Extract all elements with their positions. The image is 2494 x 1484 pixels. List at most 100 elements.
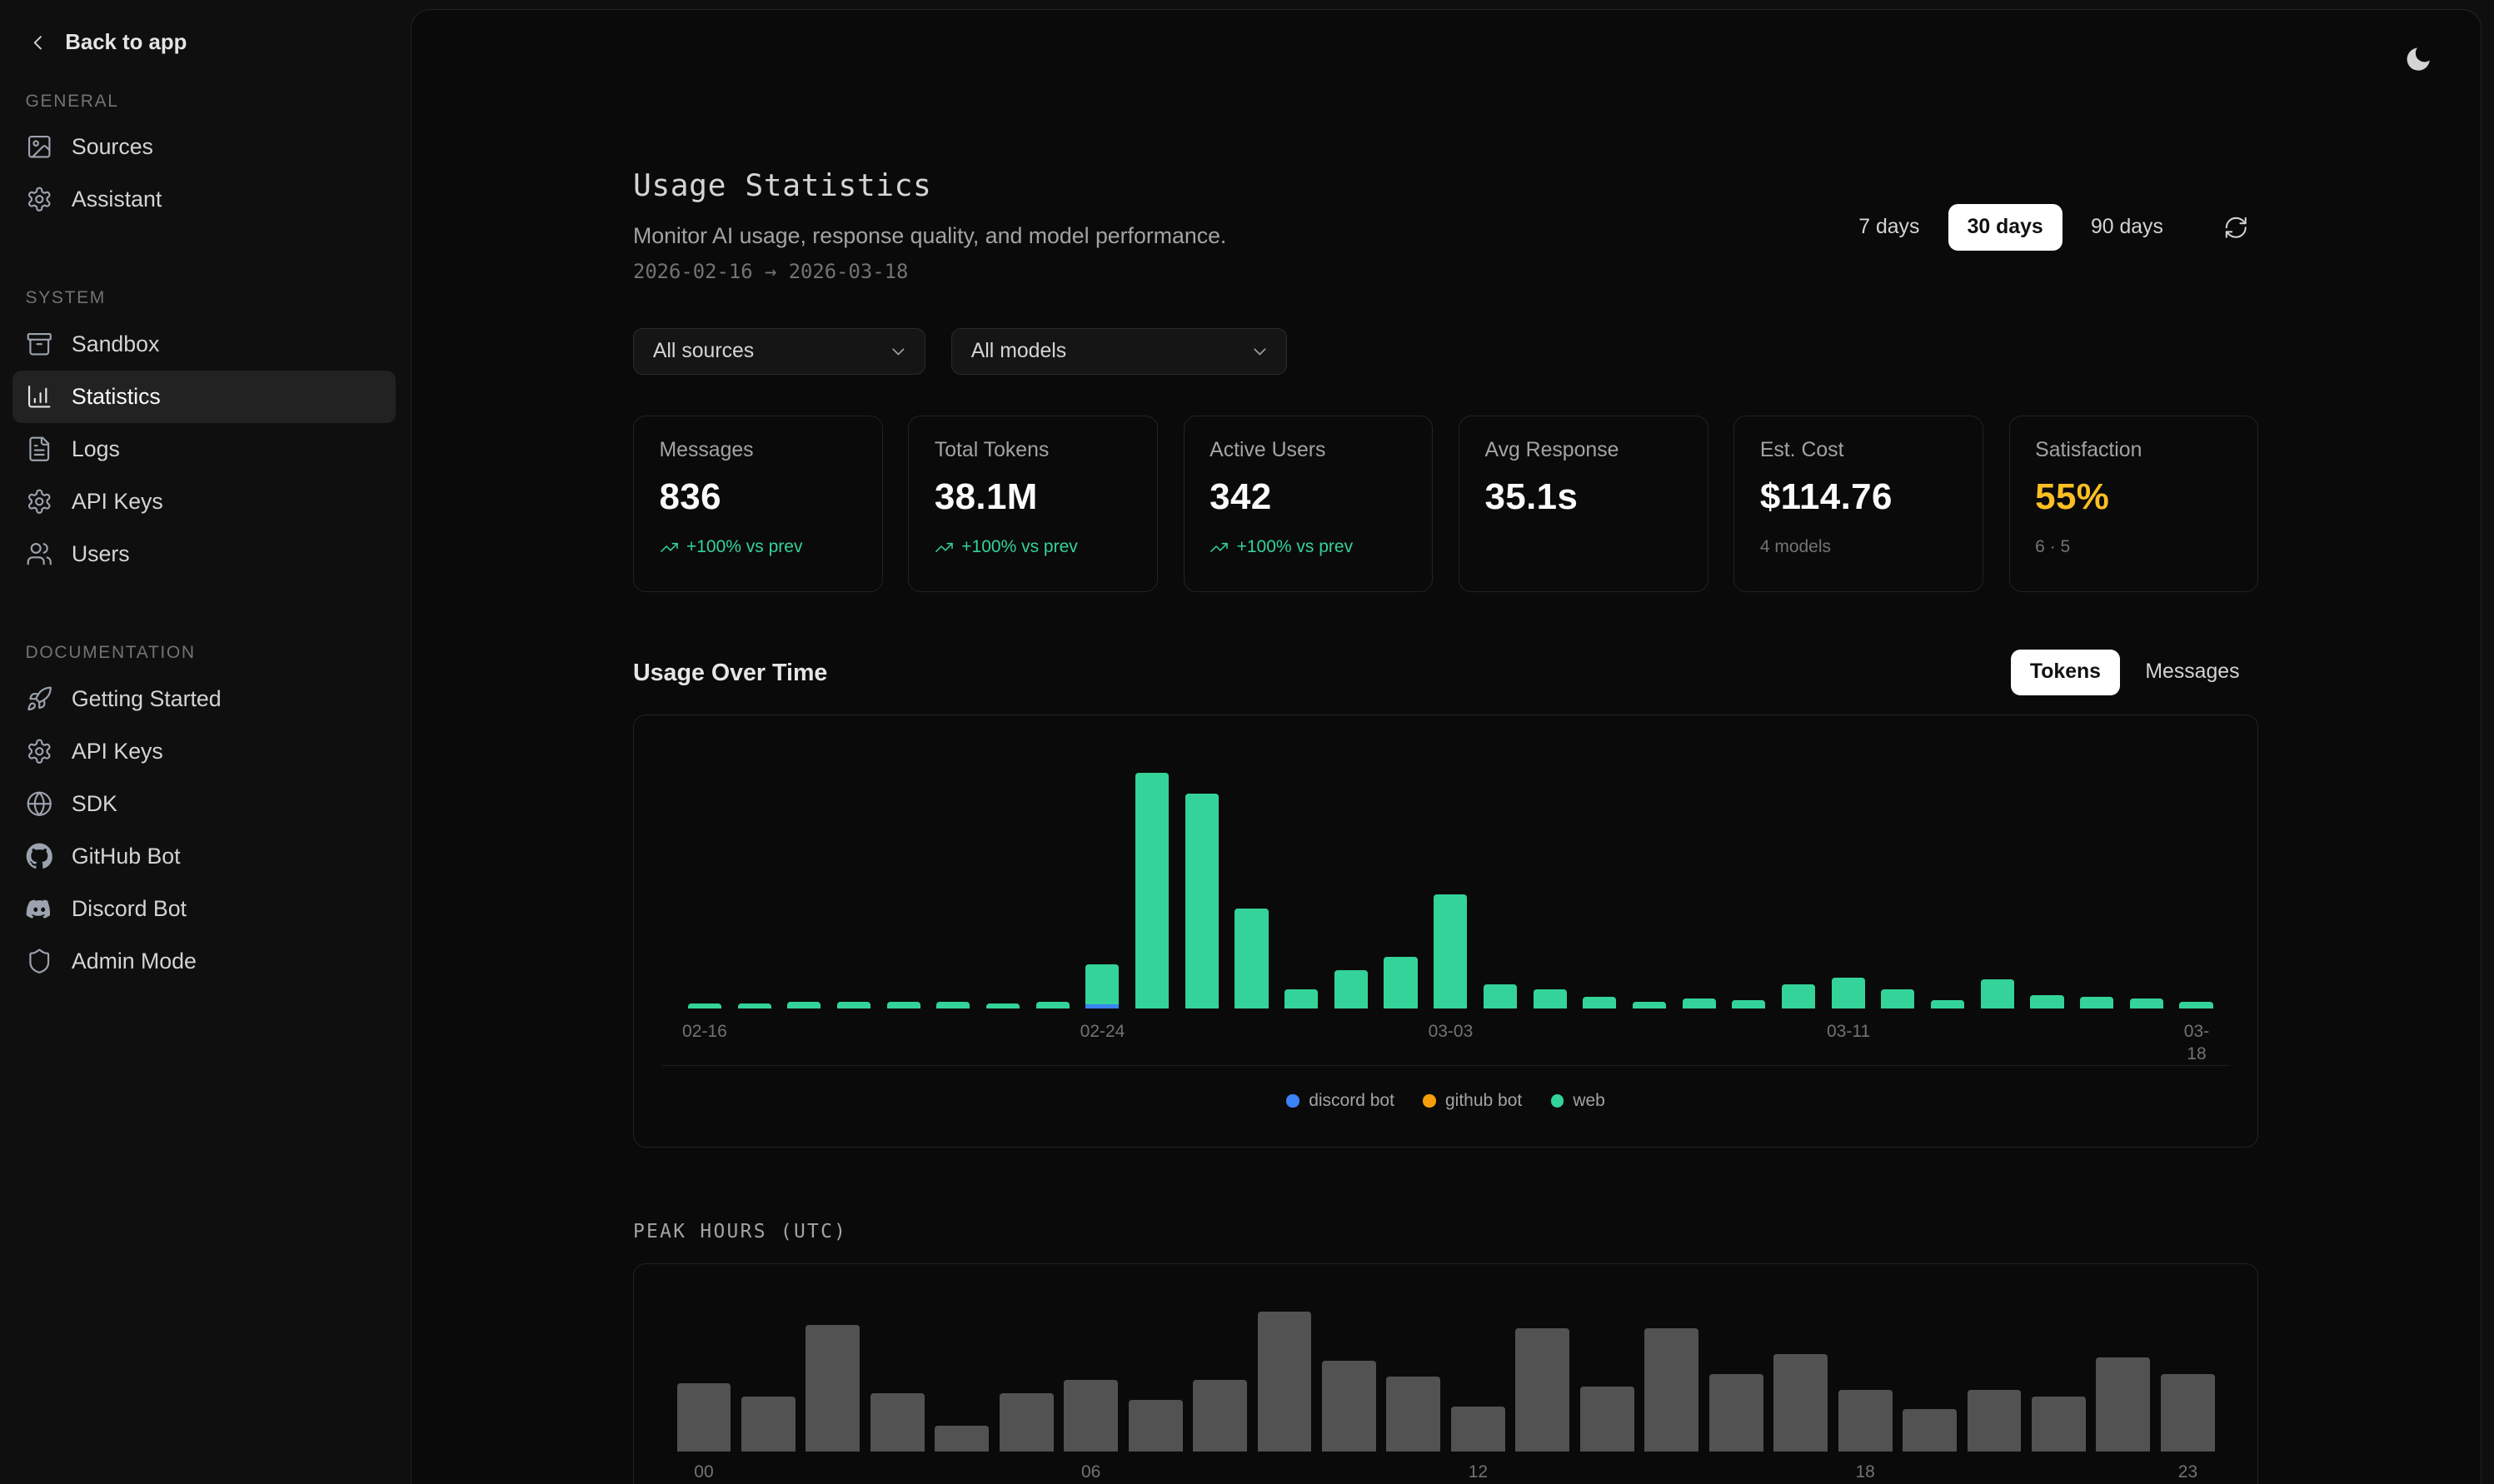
image-icon [26, 133, 52, 160]
peak-hours-title: PEAK HOURS (UTC) [633, 1220, 2258, 1244]
refresh-icon [2223, 215, 2249, 241]
range-option-90-days[interactable]: 90 days [2072, 204, 2182, 250]
github-icon [26, 843, 52, 869]
peak-hours-bar [2032, 1397, 2086, 1452]
page-header: Usage Statistics Monitor AI usage, respo… [633, 163, 2258, 284]
usage-bar-segment-web [1633, 1002, 1666, 1008]
sidebar-item-api-keys[interactable]: API Keys [12, 476, 396, 528]
archive-box-icon [26, 331, 52, 357]
theme-toggle-button[interactable] [2392, 32, 2446, 87]
usage-bar [2130, 998, 2163, 1008]
refresh-button[interactable] [2214, 205, 2258, 249]
usage-bar [1334, 970, 1368, 1008]
sidebar-item-assistant[interactable]: Assistant [12, 173, 396, 226]
peak-hours-bar [1968, 1390, 2022, 1452]
peak-hours-bar [2096, 1357, 2150, 1452]
usage-x-tick: 03-03 [1429, 1021, 1474, 1043]
peak-hours-x-axis: 0006121823 [677, 1462, 2215, 1484]
page-title: Usage Statistics [633, 163, 1226, 207]
usage-bar [1484, 984, 1517, 1008]
sidebar-item-logs[interactable]: Logs [12, 423, 396, 476]
sidebar-item-api-keys[interactable]: API Keys [12, 725, 396, 778]
peak-hours-bar [1451, 1407, 1505, 1452]
range-option-7-days[interactable]: 7 days [1839, 204, 1938, 250]
peak-hours-bar [1064, 1380, 1118, 1452]
peak-hours-bar [741, 1397, 796, 1452]
usage-bar [1633, 1002, 1666, 1008]
sidebar-item-sdk[interactable]: SDK [12, 778, 396, 830]
usage-bar [2080, 997, 2113, 1008]
peak-hours-bar [1709, 1374, 1763, 1452]
chevron-left-icon [26, 31, 50, 55]
usage-x-tick: 03-18 [2176, 1021, 2217, 1065]
usage-bar [1832, 978, 1865, 1008]
usage-bar-segment-web [1981, 979, 2014, 1008]
peak-hours-bar [1258, 1312, 1312, 1452]
usage-toggle-messages[interactable]: Messages [2126, 650, 2258, 695]
sidebar-item-sandbox[interactable]: Sandbox [12, 318, 396, 371]
models-select[interactable]: All models [951, 328, 1287, 374]
usage-bar-segment-web [1782, 984, 1815, 1008]
sidebar-item-sources[interactable]: Sources [12, 121, 396, 173]
usage-bar [1235, 909, 1268, 1008]
peak-hours-x-tick: 12 [1469, 1462, 1488, 1484]
range-option-30-days[interactable]: 30 days [1948, 204, 2063, 250]
stat-card-messages: Messages836+100% vs prev [633, 416, 883, 592]
sidebar-item-github-bot[interactable]: GitHub Bot [12, 830, 396, 883]
peak-hours-plot [677, 1312, 2215, 1452]
trending-up-icon [935, 538, 954, 557]
usage-bar [1981, 979, 2014, 1008]
sidebar-item-label: Getting Started [72, 684, 222, 714]
usage-bar-segment-web [1534, 989, 1567, 1008]
stat-value: 38.1M [935, 476, 1132, 519]
page-header-text: Usage Statistics Monitor AI usage, respo… [633, 163, 1226, 284]
usage-bar-segment-web [787, 1002, 821, 1008]
usage-bar [1534, 989, 1567, 1008]
stat-card-satisfaction: Satisfaction55%6 · 5 [2009, 416, 2259, 592]
stats-row: Messages836+100% vs prev Total Tokens 38.1… [633, 416, 2258, 592]
back-to-app-label: Back to app [65, 31, 187, 55]
usage-bar-segment-web [936, 1002, 970, 1008]
peak-hours-bar [1000, 1393, 1054, 1452]
usage-bar-segment-web [2080, 997, 2113, 1008]
sidebar-item-statistics[interactable]: Statistics [12, 371, 396, 423]
legend-dot [1423, 1094, 1435, 1107]
stat-card-total-tokens: Total Tokens38.1M+100% vs prev [908, 416, 1158, 592]
trending-up-icon [660, 538, 679, 557]
sources-select[interactable]: All sources [633, 328, 925, 374]
usage-bar-segment-web [1135, 773, 1169, 1008]
main-panel: Usage Statistics Monitor AI usage, respo… [411, 9, 2482, 1483]
usage-bar-segment-web [887, 1002, 920, 1008]
sidebar-item-getting-started[interactable]: Getting Started [12, 673, 396, 725]
stat-label: Total Tokens [935, 439, 1132, 463]
shield-icon [26, 948, 52, 974]
sources-select-value: All sources [653, 340, 754, 363]
usage-bar-segment-web [1085, 964, 1119, 1003]
stat-label: Avg Response [1484, 439, 1682, 463]
sidebar-item-label: Logs [72, 434, 120, 464]
usage-bar [1683, 998, 1716, 1008]
peak-hours-bar [1129, 1400, 1183, 1452]
usage-bar [1135, 773, 1169, 1008]
stat-card-avg-response: Avg Response35.1s [1459, 416, 1708, 592]
usage-bar-segment-web [1732, 1000, 1765, 1008]
legend-item-web: web [1551, 1091, 1605, 1111]
back-to-app-button[interactable]: Back to app [12, 19, 396, 67]
usage-chart-card: 02-1602-2403-0303-1103-18 discord botgit… [633, 715, 2258, 1147]
usage-toggle-tokens[interactable]: Tokens [2011, 650, 2120, 695]
users-icon [26, 540, 52, 567]
usage-bar [787, 1002, 821, 1008]
usage-bar [2030, 995, 2063, 1008]
peak-hours-bar [2161, 1374, 2215, 1452]
usage-bar-segment-web [2030, 995, 2063, 1008]
usage-bar [936, 1002, 970, 1008]
stat-card-est-cost: Est. Cost$114.764 models [1733, 416, 1983, 592]
sidebar-item-discord-bot[interactable]: Discord Bot [12, 883, 396, 935]
sidebar-item-users[interactable]: Users [12, 528, 396, 580]
legend-item-discord-bot: discord bot [1286, 1091, 1394, 1111]
stat-subtext: 4 models [1760, 537, 1958, 558]
sidebar-item-admin-mode[interactable]: Admin Mode [12, 935, 396, 988]
sidebar-item-label: Users [72, 539, 130, 569]
usage-bar [1881, 989, 1914, 1008]
trending-up-icon [1210, 538, 1229, 557]
